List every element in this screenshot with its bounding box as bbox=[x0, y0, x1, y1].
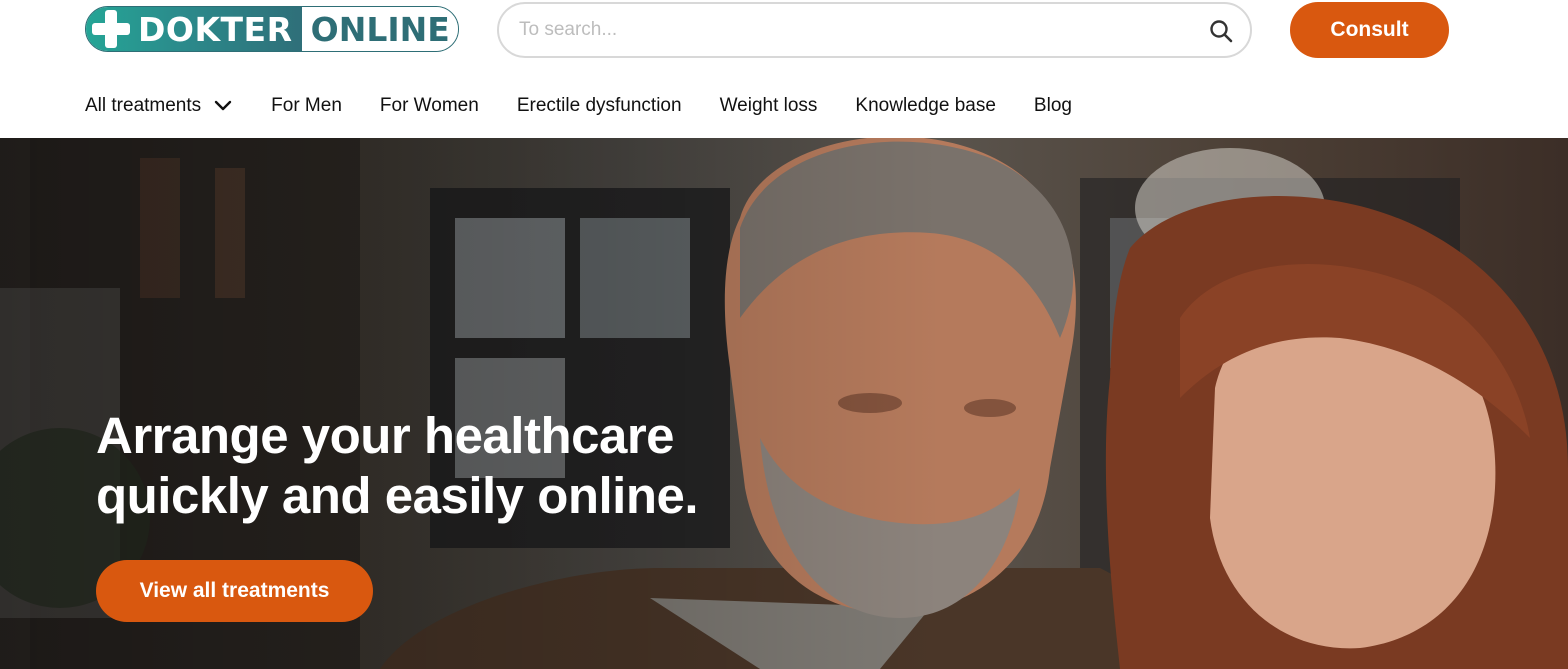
page: DOKTER ONLINE Consult All treatments For… bbox=[0, 0, 1568, 669]
logo-word-box: ONLINE bbox=[302, 7, 458, 51]
nav-item-blog[interactable]: Blog bbox=[1034, 95, 1072, 117]
nav-item-weight-loss[interactable]: Weight loss bbox=[720, 95, 818, 117]
hero-title: Arrange your healthcare quickly and easi… bbox=[96, 406, 736, 526]
site-header: DOKTER ONLINE Consult All treatments For… bbox=[0, 0, 1568, 138]
nav-item-label: All treatments bbox=[85, 95, 202, 116]
hero-title-line-2: quickly and easily online. bbox=[96, 467, 699, 524]
hero-banner: Arrange your healthcare quickly and easi… bbox=[0, 138, 1568, 669]
nav-item-erectile-dysfunction[interactable]: Erectile dysfunction bbox=[517, 95, 682, 117]
search-input[interactable] bbox=[519, 19, 1179, 41]
consult-button[interactable]: Consult bbox=[1290, 2, 1449, 58]
chevron-down-icon bbox=[214, 100, 232, 111]
plus-icon bbox=[90, 8, 132, 50]
logo-word-online: ONLINE bbox=[310, 9, 450, 49]
view-all-treatments-button[interactable]: View all treatments bbox=[96, 560, 373, 622]
logo-badge: DOKTER bbox=[86, 7, 303, 51]
main-nav: All treatments For Men For Women Erectil… bbox=[85, 88, 1110, 124]
nav-item-knowledge-base[interactable]: Knowledge base bbox=[855, 95, 996, 117]
logo-word-dokter: DOKTER bbox=[138, 9, 293, 49]
dokter-online-logo[interactable]: DOKTER ONLINE bbox=[85, 6, 459, 52]
nav-item-for-men[interactable]: For Men bbox=[271, 95, 342, 117]
nav-item-for-women[interactable]: For Women bbox=[380, 95, 479, 117]
search-bar bbox=[497, 2, 1252, 58]
hero-title-line-1: Arrange your healthcare bbox=[96, 407, 675, 464]
search-icon[interactable] bbox=[1208, 18, 1234, 44]
nav-item-all-treatments[interactable]: All treatments bbox=[85, 95, 233, 117]
